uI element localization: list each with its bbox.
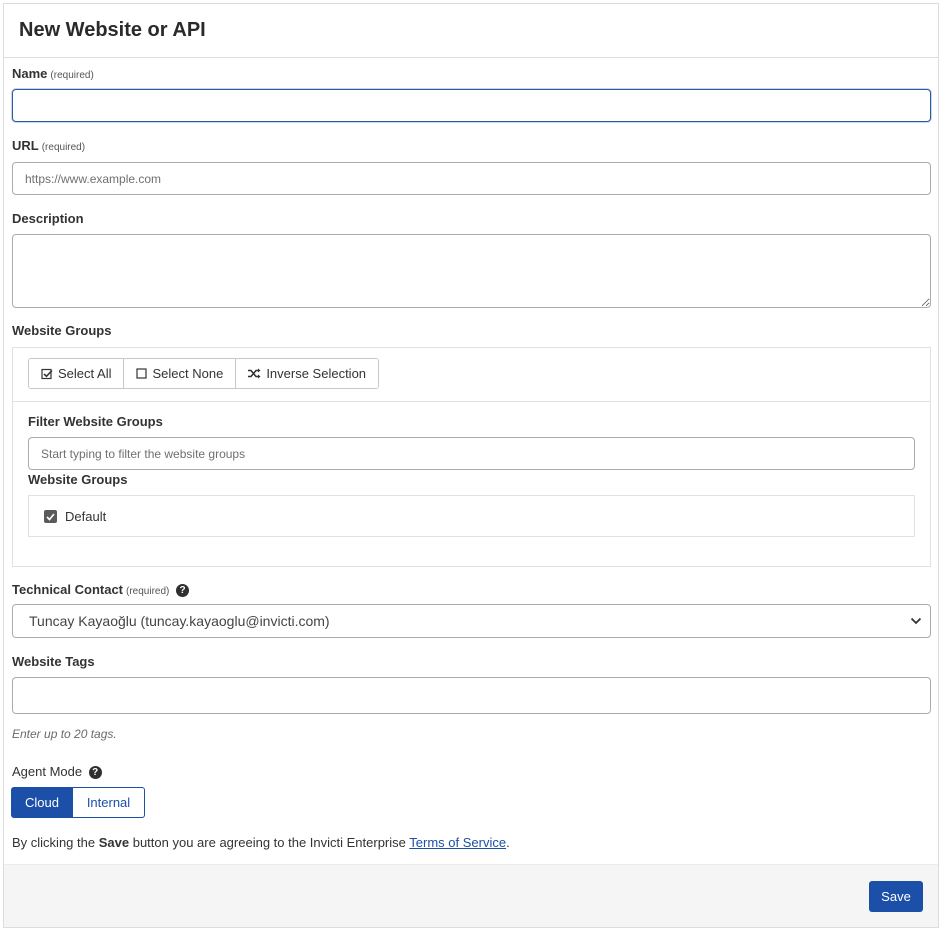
group-item-label: Default xyxy=(65,509,107,524)
card-header: New Website or API xyxy=(4,4,938,58)
technical-contact-label: Technical Contact (required) ? xyxy=(12,582,189,598)
website-tags-hint: Enter up to 20 tags. xyxy=(12,727,117,741)
select-all-button[interactable]: Select All xyxy=(29,359,124,388)
filter-website-groups-label: Filter Website Groups xyxy=(28,414,163,429)
check-square-icon xyxy=(41,368,53,380)
help-icon[interactable]: ? xyxy=(88,766,102,780)
agent-mode-internal-option[interactable]: Internal xyxy=(73,787,145,818)
website-groups-list-label: Website Groups xyxy=(28,472,128,487)
agent-mode-toggle: Cloud Internal xyxy=(11,787,145,818)
help-icon[interactable]: ? xyxy=(176,584,189,598)
website-tags-label: Website Tags xyxy=(12,654,95,669)
list-item[interactable]: Default xyxy=(44,509,106,524)
url-input[interactable] xyxy=(12,162,931,195)
terms-of-service-link[interactable]: Terms of Service xyxy=(409,835,506,850)
shuffle-icon xyxy=(248,368,261,379)
save-button[interactable]: Save xyxy=(869,881,923,912)
agent-mode-cloud-option[interactable]: Cloud xyxy=(11,787,73,818)
filter-website-groups-input[interactable] xyxy=(28,437,915,470)
website-groups-inner: Filter Website Groups Website Groups Def… xyxy=(13,401,930,566)
page-title: New Website or API xyxy=(19,19,206,41)
agent-mode-label: Agent Mode ? xyxy=(12,764,102,780)
inverse-selection-button[interactable]: Inverse Selection xyxy=(235,359,379,388)
select-none-button[interactable]: Select None xyxy=(123,359,236,388)
technical-contact-selected: Tuncay Kayaoğlu (tuncay.kayaoglu@invicti… xyxy=(29,613,330,629)
website-groups-panel: Select All Select None Inverse Selection… xyxy=(12,347,931,567)
card-footer: Save xyxy=(4,864,938,927)
technical-contact-select[interactable]: Tuncay Kayaoğlu (tuncay.kayaoglu@invicti… xyxy=(12,604,931,638)
website-groups-list: Default xyxy=(28,495,915,537)
url-label: URL (required) xyxy=(12,138,86,153)
website-tags-input[interactable] xyxy=(12,677,931,714)
checkbox-checked-icon[interactable] xyxy=(44,510,57,523)
name-input[interactable] xyxy=(12,89,931,122)
new-website-card: New Website or API Name (required) URL (re… xyxy=(3,3,939,928)
chevron-down-icon xyxy=(910,617,922,625)
description-textarea[interactable] xyxy=(12,234,931,308)
name-label: Name (required) xyxy=(12,66,94,81)
description-label: Description xyxy=(12,211,84,226)
website-groups-label: Website Groups xyxy=(12,323,112,338)
selection-button-group: Select All Select None Inverse Selection xyxy=(28,358,380,389)
terms-text: By clicking the Save button you are agre… xyxy=(12,835,510,850)
empty-square-icon xyxy=(136,368,148,379)
